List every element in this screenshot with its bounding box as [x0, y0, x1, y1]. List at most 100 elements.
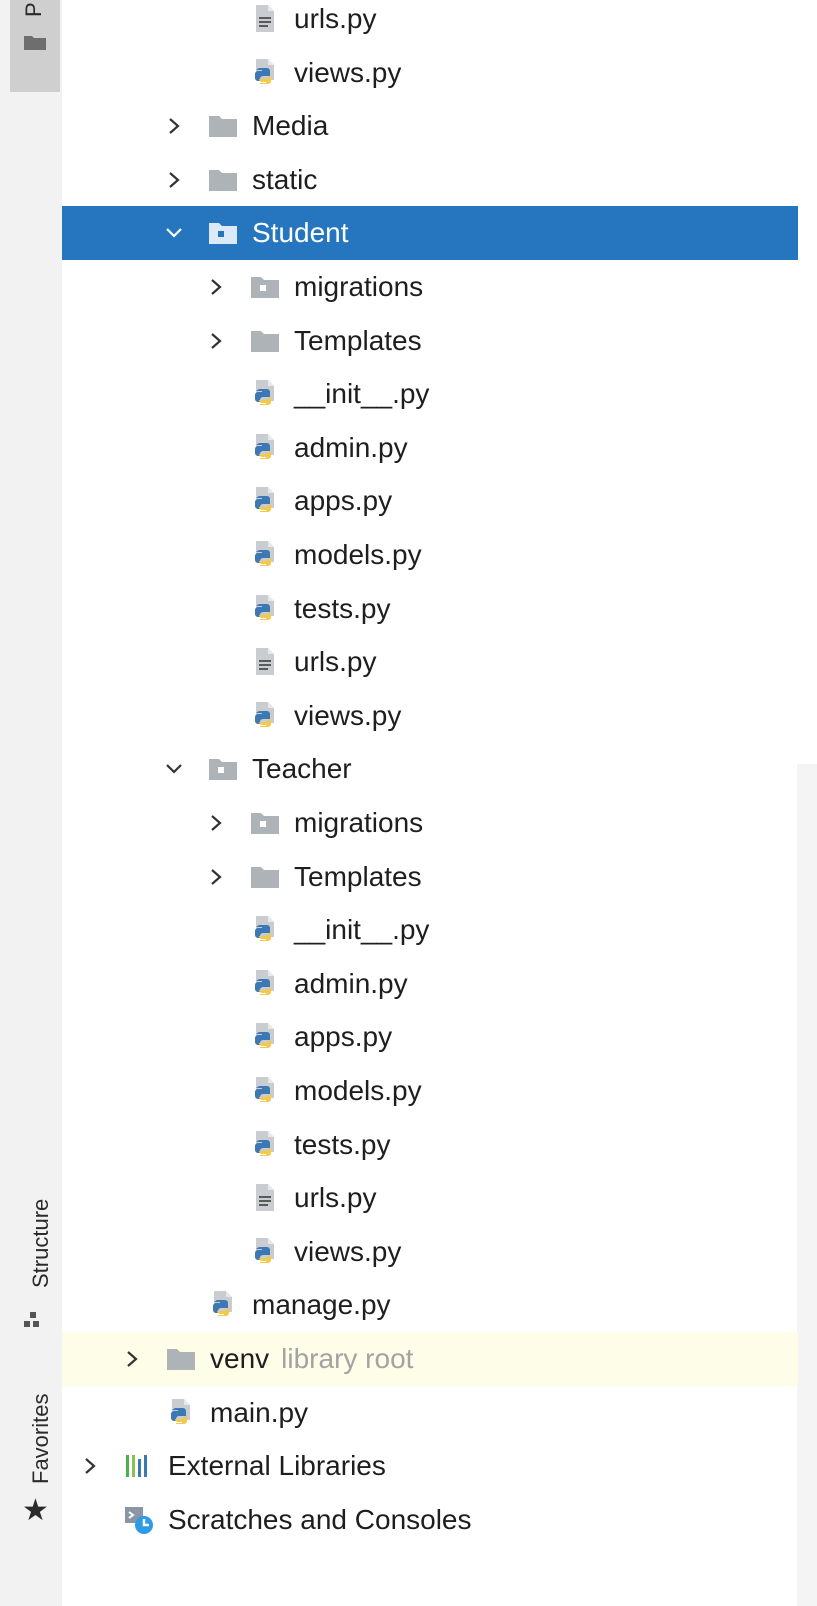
tree-row[interactable]: __init__.py	[62, 367, 798, 421]
tree-row[interactable]: tests.py	[62, 1118, 798, 1172]
chevron-right-icon[interactable]	[208, 865, 224, 889]
folder-icon	[251, 330, 279, 352]
python-file-icon	[255, 969, 274, 995]
project-tree[interactable]: urls.py views.py Media static Student migrat…	[62, 0, 817, 1606]
library-icon	[126, 1455, 147, 1478]
scrollbar[interactable]	[797, 764, 817, 1606]
tree-item-label: models.py	[294, 539, 422, 570]
tree-item-label: apps.py	[294, 485, 393, 517]
tree-item-label: Teacher	[252, 753, 352, 785]
tree-row[interactable]: Templates	[62, 314, 798, 368]
tree-row[interactable]: views.py	[62, 1225, 798, 1279]
tree-item-label: urls.py	[294, 1182, 377, 1214]
tree-row[interactable]: migrations	[62, 260, 798, 314]
tree-item-label: static	[252, 163, 318, 195]
tree-item-label: views.py	[294, 699, 402, 731]
chevron-down-icon[interactable]	[166, 221, 182, 245]
package-folder-icon	[209, 759, 237, 781]
tree-row[interactable]: External Libraries	[62, 1439, 798, 1493]
tree-item-label: views.py	[294, 1235, 402, 1267]
tree-item-label: views.py	[294, 56, 402, 88]
chevron-right-icon[interactable]	[208, 811, 224, 835]
text-file-icon	[256, 1184, 274, 1212]
python-file-icon	[213, 1291, 232, 1317]
tree-item-label: tests.py	[294, 1128, 391, 1160]
tree-item-label: Media	[252, 110, 329, 142]
folder-icon	[251, 866, 279, 888]
tree-item-label: tests.py	[294, 592, 391, 624]
python-file-icon	[255, 594, 274, 620]
package-folder-icon	[251, 277, 279, 298]
tree-row[interactable]: migrations	[62, 796, 798, 850]
tree-item-label: Templates	[294, 860, 422, 892]
chevron-right-icon[interactable]	[166, 114, 182, 138]
tree-row[interactable]: Scratches and Consoles	[62, 1493, 798, 1547]
chevron-down-icon[interactable]	[166, 757, 182, 781]
python-file-icon	[255, 1237, 274, 1263]
chevron-right-icon[interactable]	[82, 1454, 98, 1478]
project-tool-tab[interactable]: P	[10, 0, 60, 92]
tree-item-label: urls.py	[294, 646, 377, 678]
chevron-right-icon[interactable]	[208, 329, 224, 353]
tree-row[interactable]: Templates	[62, 850, 798, 904]
library-root-hint: library root	[281, 1343, 414, 1374]
tree-row[interactable]: main.py	[62, 1386, 798, 1440]
structure-tool-tab[interactable]: Structure	[0, 1150, 62, 1340]
tree-row[interactable]: Student	[62, 206, 798, 261]
tree-item-label: Scratches and Consoles	[168, 1503, 472, 1535]
tree-row[interactable]: Media	[62, 99, 798, 153]
tree-item-label: migrations	[294, 807, 424, 838]
tree-row[interactable]: apps.py	[62, 474, 798, 528]
tree-item-label: venv	[210, 1343, 270, 1374]
tree-row[interactable]: manage.py	[62, 1278, 798, 1332]
tree-row[interactable]: urls.py	[62, 0, 798, 46]
tree-item-label-group: venv library root	[210, 1332, 413, 1386]
tree-row[interactable]: tests.py	[62, 582, 798, 636]
folder-icon	[209, 116, 237, 138]
tree-item-label: Student	[252, 217, 349, 249]
tool-window-strip: P Structure Favorites ★	[0, 0, 62, 1606]
tree-row[interactable]: views.py	[62, 689, 798, 743]
folder-icon	[24, 36, 46, 50]
text-file-icon	[256, 648, 274, 676]
tree-item-label: apps.py	[294, 1021, 393, 1053]
tree-item-label: models.py	[294, 1075, 422, 1106]
tree-row[interactable]: models.py	[62, 528, 798, 582]
tree-item-label: manage.py	[252, 1289, 391, 1321]
folder-icon	[167, 1349, 195, 1370]
tree-row[interactable]: static	[62, 153, 798, 207]
python-file-icon	[255, 58, 274, 84]
python-file-icon	[255, 1130, 274, 1156]
tree-row[interactable]: admin.py	[62, 421, 798, 475]
project-tab-label: P	[23, 0, 45, 17]
tree-row[interactable]: Teacher	[62, 742, 798, 796]
favorites-tool-tab[interactable]: Favorites ★	[0, 1380, 62, 1600]
python-file-icon	[255, 1023, 274, 1049]
chevron-right-icon[interactable]	[208, 275, 224, 299]
python-file-icon	[255, 701, 274, 727]
tree-item-label: __init__.py	[294, 378, 430, 410]
tree-row[interactable]: apps.py	[62, 1010, 798, 1064]
tree-row[interactable]: urls.py	[62, 1171, 798, 1225]
tree-item-label: urls.py	[294, 3, 377, 34]
structure-icon	[24, 1312, 39, 1327]
text-file-icon	[256, 5, 274, 32]
package-folder-icon	[251, 813, 279, 834]
favorites-tab-label: Favorites	[28, 1393, 53, 1484]
tree-item-label: External Libraries	[168, 1450, 386, 1482]
structure-tab-label: Structure	[28, 1198, 53, 1288]
tree-row[interactable]: views.py	[62, 46, 798, 100]
python-file-icon	[255, 916, 274, 942]
tree-row[interactable]: admin.py	[62, 957, 798, 1011]
tree-row[interactable]: __init__.py	[62, 903, 798, 957]
star-icon: ★	[22, 1494, 49, 1527]
python-file-icon	[255, 380, 274, 406]
tree-row[interactable]: models.py	[62, 1064, 798, 1118]
tree-row[interactable]: urls.py	[62, 635, 798, 689]
chevron-right-icon[interactable]	[166, 168, 182, 192]
folder-icon	[209, 169, 237, 191]
tree-item-label: migrations	[294, 271, 424, 302]
chevron-right-icon[interactable]	[124, 1347, 140, 1371]
tree-row[interactable]: venv library root	[62, 1332, 798, 1386]
python-file-icon	[171, 1398, 190, 1424]
